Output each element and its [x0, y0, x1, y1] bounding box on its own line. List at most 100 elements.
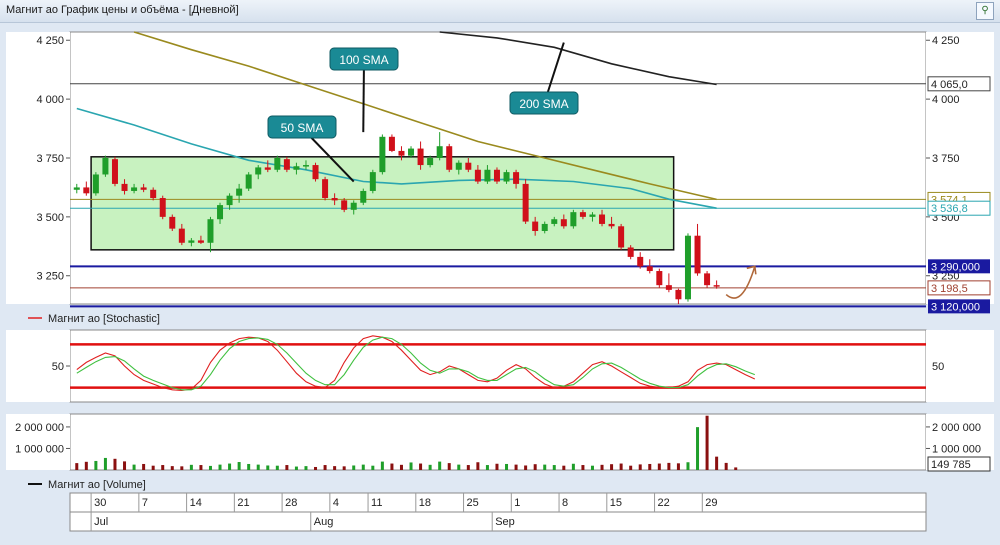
volume-bar: [199, 465, 203, 470]
volume-bar: [629, 465, 633, 470]
volume-bar: [619, 463, 623, 470]
candle-body: [637, 256, 644, 267]
candle-body: [417, 148, 424, 166]
candle-body: [379, 136, 386, 173]
day-label: 29: [705, 497, 717, 509]
volume-bar: [342, 466, 346, 470]
volume-bar: [380, 461, 384, 470]
window-title: Магнит ао График цены и объёма - [Дневно…: [6, 4, 239, 16]
candle-body: [274, 157, 281, 170]
volume-bar: [543, 464, 547, 470]
volume-bar: [142, 463, 146, 470]
candle-body: [541, 223, 548, 231]
volume-bar: [476, 462, 480, 470]
candle-body: [102, 157, 109, 175]
volume-bar: [715, 456, 719, 470]
volume-panel: [69, 413, 927, 471]
volume-bar: [390, 463, 394, 470]
candle-body: [398, 150, 405, 156]
volume-bar: [266, 465, 270, 470]
candle-body: [560, 219, 567, 227]
candle-body: [503, 172, 510, 182]
volume-tick-label-left: 1 000 000: [15, 443, 64, 455]
price-tick-label-left: 4 000: [36, 94, 64, 106]
sma100-callout-text: 100 SMA: [339, 53, 388, 67]
candle-body: [283, 159, 290, 170]
day-label: 18: [419, 497, 431, 509]
volume-bar: [466, 465, 470, 470]
candle-body: [436, 146, 443, 158]
candle-body: [579, 212, 586, 217]
stochastic-tick-label-right: 50: [932, 361, 944, 373]
candle-body: [656, 271, 663, 286]
chart-area: Магнит ао [Stochastic] Магнит ао [Volume…: [6, 31, 994, 532]
candle-body: [360, 190, 367, 203]
candle-body: [465, 162, 472, 170]
day-label: 25: [467, 497, 479, 509]
candle-body: [92, 174, 99, 194]
level-label: 4 065,0: [931, 79, 968, 91]
candle-body: [312, 165, 319, 180]
volume-bar: [724, 462, 728, 470]
candle-body: [226, 195, 233, 206]
candle-body: [255, 167, 262, 175]
volume-bar: [686, 462, 690, 470]
candle-body: [207, 219, 214, 243]
pin-icon[interactable]: ⚲: [976, 2, 994, 20]
level-label: 3 536,8: [931, 203, 968, 215]
candle-body: [675, 289, 682, 300]
month-label: Aug: [314, 516, 334, 528]
price-tick-label-left: 3 750: [36, 153, 64, 165]
candle-body: [217, 205, 224, 220]
volume-bar: [208, 465, 212, 470]
volume-bar: [218, 464, 222, 470]
volume-bar: [94, 460, 98, 470]
candle-body: [484, 169, 491, 182]
volume-bar: [151, 465, 155, 470]
volume-bar: [275, 465, 279, 470]
candle-body: [236, 188, 243, 196]
candle-body: [694, 235, 701, 274]
candle-body: [627, 247, 634, 257]
level-label: 3 198,5: [931, 283, 968, 295]
day-label: 30: [94, 497, 106, 509]
candle-body: [140, 187, 147, 190]
volume-bar: [294, 466, 298, 470]
volume-bar: [399, 464, 403, 470]
candle-body: [427, 157, 434, 166]
sma100-callout-pointer: [362, 59, 365, 133]
volume-bar: [314, 466, 318, 470]
volume-bar: [657, 463, 661, 470]
candle-body: [570, 212, 577, 227]
day-label: 22: [658, 497, 670, 509]
window-titlebar: Магнит ао График цены и объёма - [Дневно…: [0, 0, 1000, 23]
volume-bar: [676, 463, 680, 470]
volume-bar: [485, 465, 489, 470]
volume-bar: [170, 466, 174, 470]
price-tick-label-left: 4 250: [36, 35, 64, 47]
candle-body: [618, 226, 625, 248]
candle-body: [522, 183, 529, 222]
volume-bar: [438, 461, 442, 470]
volume-bar: [590, 465, 594, 470]
day-label: 4: [333, 497, 339, 509]
volume-bar: [562, 465, 566, 470]
candle-body: [513, 172, 520, 184]
price-tick-label-right: 3 750: [932, 153, 960, 165]
volume-tick-label-left: 2 000 000: [15, 422, 64, 434]
candle-body: [188, 240, 195, 243]
price-tick-label-right: 4 250: [932, 35, 960, 47]
volume-bar: [552, 465, 556, 470]
candle-body: [665, 285, 672, 290]
candle-body: [264, 167, 271, 170]
volume-bar: [237, 462, 241, 470]
volume-bar: [189, 464, 193, 470]
volume-bar: [638, 464, 642, 470]
volume-bar: [514, 464, 518, 470]
candle-body: [599, 214, 606, 224]
candle-body: [369, 172, 376, 191]
volume-bar: [581, 465, 585, 470]
price-tick-label-right: 4 000: [932, 94, 960, 106]
stochastic-legend-label: Магнит ао [Stochastic]: [48, 313, 160, 325]
level-label: 3 120,000: [931, 301, 980, 313]
